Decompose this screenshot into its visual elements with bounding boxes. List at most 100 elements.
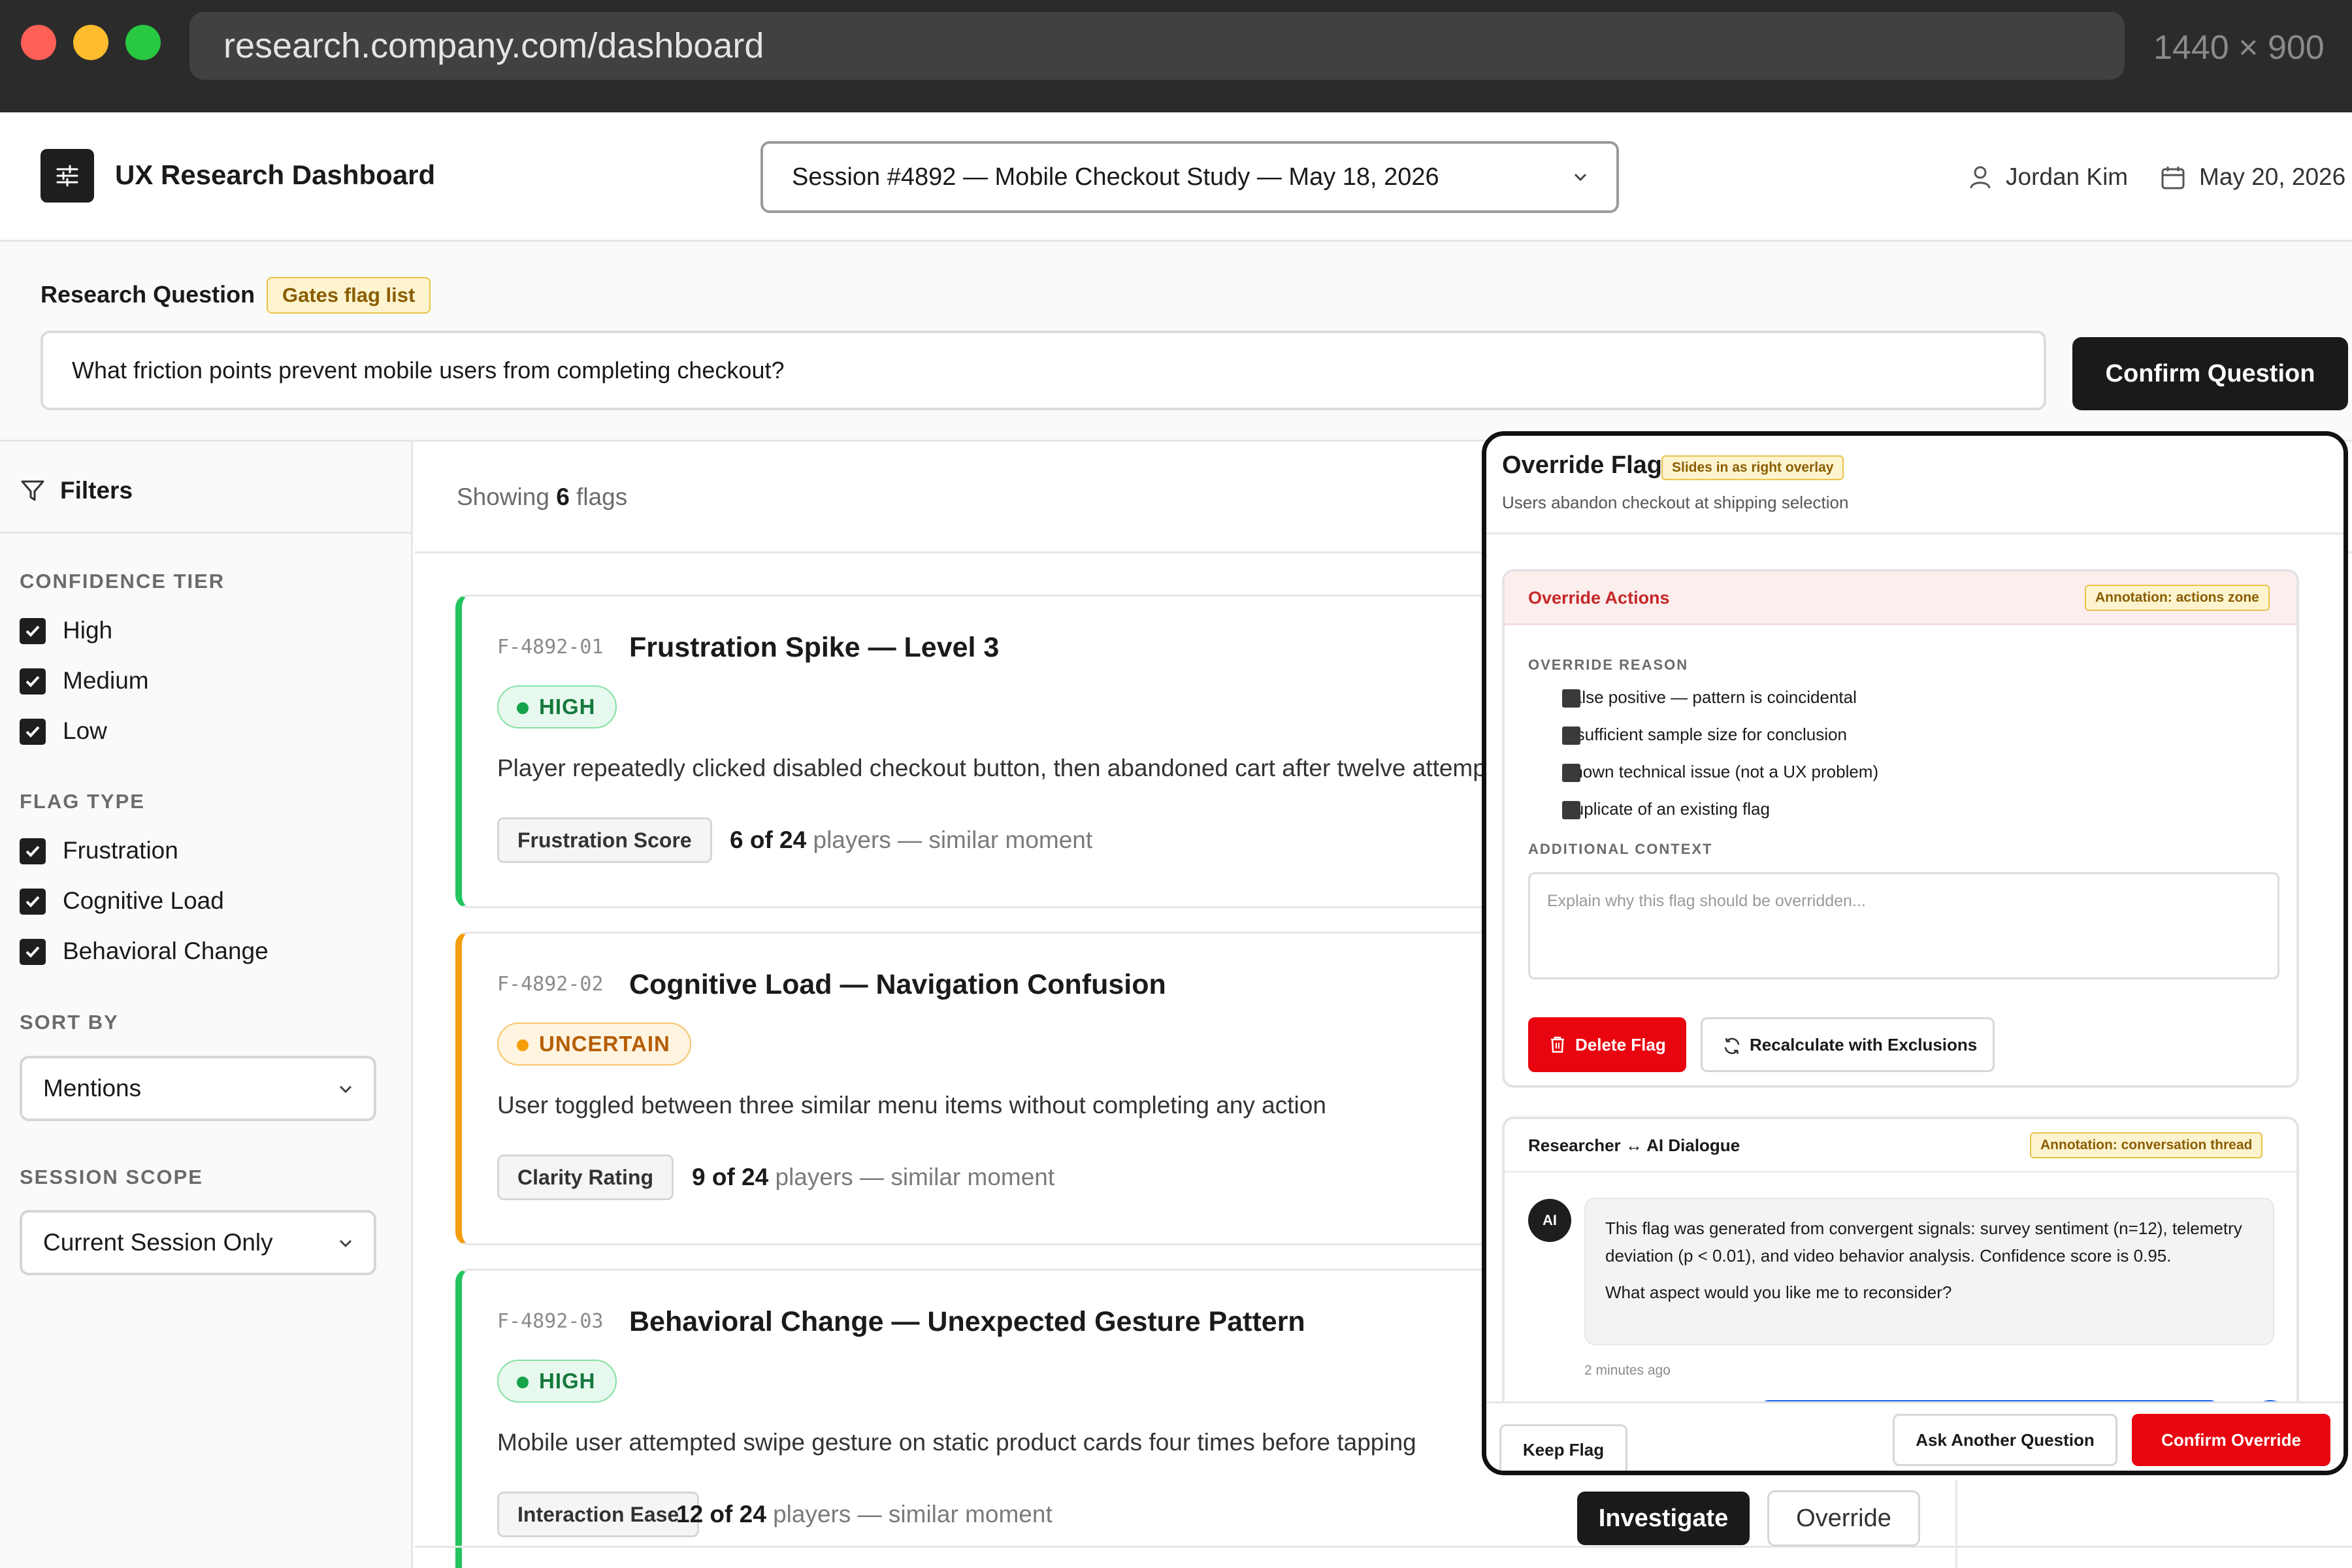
- confidence-medium-checkbox[interactable]: Medium: [20, 664, 149, 697]
- confidence-badge: HIGH: [497, 1360, 617, 1403]
- confirm-question-button[interactable]: Confirm Question: [2072, 337, 2348, 410]
- confidence-low-checkbox[interactable]: Low: [20, 715, 107, 747]
- confidence-high-checkbox[interactable]: High: [20, 614, 112, 647]
- checkbox-icon: [1562, 727, 1580, 745]
- status-dot-icon: [517, 1039, 529, 1051]
- filters-heading: Filters: [20, 474, 133, 507]
- reason-label: Duplicate of an existing flag: [1562, 799, 1770, 819]
- flag-id: F-4892-01: [497, 636, 604, 659]
- filters-sidebar: Filters CONFIDENCE TIER High Medium Low …: [0, 442, 413, 1568]
- metric-tag: Frustration Score: [497, 817, 712, 863]
- recalculate-button[interactable]: Recalculate with Exclusions: [1701, 1017, 1995, 1072]
- viewport-size-label: 1440 × 900: [2153, 29, 2325, 67]
- flag-title: Frustration Spike — Level 3: [629, 632, 1000, 663]
- reason-label: Insufficient sample size for conclusion: [1562, 725, 1847, 744]
- overlay-title: Override Flag: [1502, 451, 1662, 479]
- user-info[interactable]: Jordan Kim: [1968, 161, 2128, 193]
- reason-checkbox[interactable]: Known technical issue (not a UX problem): [1528, 759, 1878, 785]
- session-scope-select[interactable]: Current Session Only: [20, 1210, 376, 1275]
- session-select[interactable]: Session #4892 — Mobile Checkout Study — …: [760, 141, 1619, 213]
- sort-by-select[interactable]: Mentions: [20, 1056, 376, 1121]
- ai-avatar: AI: [1528, 1199, 1571, 1242]
- confidence-badge: HIGH: [497, 685, 617, 728]
- recalculate-label: Recalculate with Exclusions: [1750, 1035, 1978, 1054]
- chevron-down-icon: [339, 1085, 352, 1094]
- override-button[interactable]: Override: [1767, 1490, 1920, 1546]
- overlay-annotation: Slides in as right overlay: [1661, 455, 1844, 480]
- additional-context-heading: ADDITIONAL CONTEXT: [1528, 841, 1713, 857]
- gates-flag-list-annotation: Gates flag list: [267, 277, 431, 314]
- similar-players-text: 6 of 24 players — similar moment: [730, 824, 1092, 857]
- filter-icon: [21, 480, 44, 501]
- user-name: Jordan Kim: [2006, 163, 2129, 190]
- flag-type-heading: FLAG TYPE: [20, 790, 145, 813]
- metric-tag: Clarity Rating: [497, 1154, 674, 1200]
- checkbox-label: Low: [63, 717, 107, 744]
- trash-icon: [1551, 1036, 1564, 1053]
- app-header: UX Research Dashboard Session #4892 — Mo…: [0, 112, 2352, 242]
- player-count: 9 of 24: [692, 1164, 769, 1190]
- close-window-button[interactable]: [21, 25, 56, 60]
- confirm-override-button[interactable]: Confirm Override: [2132, 1414, 2330, 1466]
- refresh-icon: [1724, 1037, 1740, 1054]
- panel-divider: [1955, 1480, 1957, 1568]
- flag-card[interactable]: F-4892-03 Behavioral Change — Unexpected…: [455, 1269, 1490, 1568]
- override-reason-heading: OVERRIDE REASON: [1528, 657, 1689, 673]
- session-select-value: Session #4892 — Mobile Checkout Study — …: [792, 163, 1439, 191]
- flag-id: F-4892-03: [497, 1310, 604, 1333]
- address-bar[interactable]: research.company.com/dashboard: [189, 12, 2125, 80]
- current-date: May 20, 2026: [2160, 161, 2345, 193]
- sidebar-divider: [0, 532, 413, 534]
- confidence-label: HIGH: [539, 1369, 596, 1393]
- confidence-label: HIGH: [539, 694, 596, 719]
- chevron-down-icon: [339, 1239, 352, 1248]
- investigate-button[interactable]: Investigate: [1577, 1492, 1750, 1545]
- checkbox-icon: [1562, 764, 1580, 782]
- actions-zone-annotation: Annotation: actions zone: [2085, 585, 2270, 611]
- override-actions-panel: Override Actions Annotation: actions zon…: [1502, 569, 2299, 1088]
- reason-checkbox[interactable]: False positive — pattern is coincidental: [1528, 684, 1857, 710]
- flag-card[interactable]: F-4892-02 Cognitive Load — Navigation Co…: [455, 932, 1490, 1245]
- checkbox-label: Cognitive Load: [63, 887, 224, 914]
- main-bottom-divider: [415, 1546, 2352, 1548]
- flag-type-behavioral-change-checkbox[interactable]: Behavioral Change: [20, 935, 269, 968]
- flag-title: Cognitive Load — Navigation Confusion: [629, 969, 1166, 1000]
- ai-message-question: What aspect would you like me to reconsi…: [1605, 1282, 1952, 1302]
- delete-flag-label: Delete Flag: [1575, 1035, 1666, 1054]
- checkbox-icon: [1562, 801, 1580, 819]
- flag-card[interactable]: F-4892-01 Frustration Spike — Level 3 HI…: [455, 595, 1490, 908]
- player-count: 6 of 24: [730, 826, 807, 853]
- sort-by-value: Mentions: [43, 1075, 142, 1102]
- checkbox-checked-icon: [20, 889, 46, 915]
- player-count-suffix: players — similar moment: [813, 826, 1093, 853]
- research-question-label: Research Question: [41, 281, 255, 308]
- reason-checkbox[interactable]: Duplicate of an existing flag: [1528, 796, 1770, 822]
- checkbox-checked-icon: [20, 668, 46, 694]
- flag-id: F-4892-02: [497, 973, 604, 996]
- keep-flag-button[interactable]: Keep Flag: [1499, 1424, 1627, 1471]
- session-scope-heading: SESSION SCOPE: [20, 1166, 203, 1188]
- browser-chrome: research.company.com/dashboard 1440 × 90…: [0, 0, 2352, 112]
- dialogue-title: Researcher ↔ AI Dialogue: [1528, 1135, 1740, 1155]
- checkbox-label: High: [63, 617, 113, 644]
- dialogue-header: Researcher ↔ AI Dialogue Annotation: con…: [1505, 1119, 2296, 1173]
- flag-type-cognitive-load-checkbox[interactable]: Cognitive Load: [20, 885, 224, 917]
- confidence-label: UNCERTAIN: [539, 1032, 670, 1056]
- delete-flag-button[interactable]: Delete Flag: [1528, 1017, 1686, 1072]
- research-question-input[interactable]: What friction points prevent mobile user…: [41, 331, 2046, 410]
- checkbox-checked-icon: [20, 838, 46, 864]
- date-text: May 20, 2026: [2199, 163, 2346, 190]
- minimize-window-button[interactable]: [73, 25, 108, 60]
- confidence-badge: UNCERTAIN: [497, 1022, 691, 1066]
- status-dot-icon: [517, 1377, 529, 1388]
- status-dot-icon: [517, 702, 529, 714]
- additional-context-textarea[interactable]: Explain why this flag should be overridd…: [1528, 872, 2279, 979]
- ask-another-question-button[interactable]: Ask Another Question: [1893, 1414, 2117, 1466]
- flag-type-frustration-checkbox[interactable]: Frustration: [20, 834, 178, 867]
- checkbox-label: Behavioral Change: [63, 938, 269, 964]
- player-count: 12 of 24: [676, 1501, 766, 1527]
- sliders-logo-icon: [41, 149, 94, 203]
- override-flag-overlay: Override Flag Slides in as right overlay…: [1482, 431, 2348, 1475]
- reason-checkbox[interactable]: Insufficient sample size for conclusion: [1528, 721, 1847, 747]
- maximize-window-button[interactable]: [125, 25, 161, 60]
